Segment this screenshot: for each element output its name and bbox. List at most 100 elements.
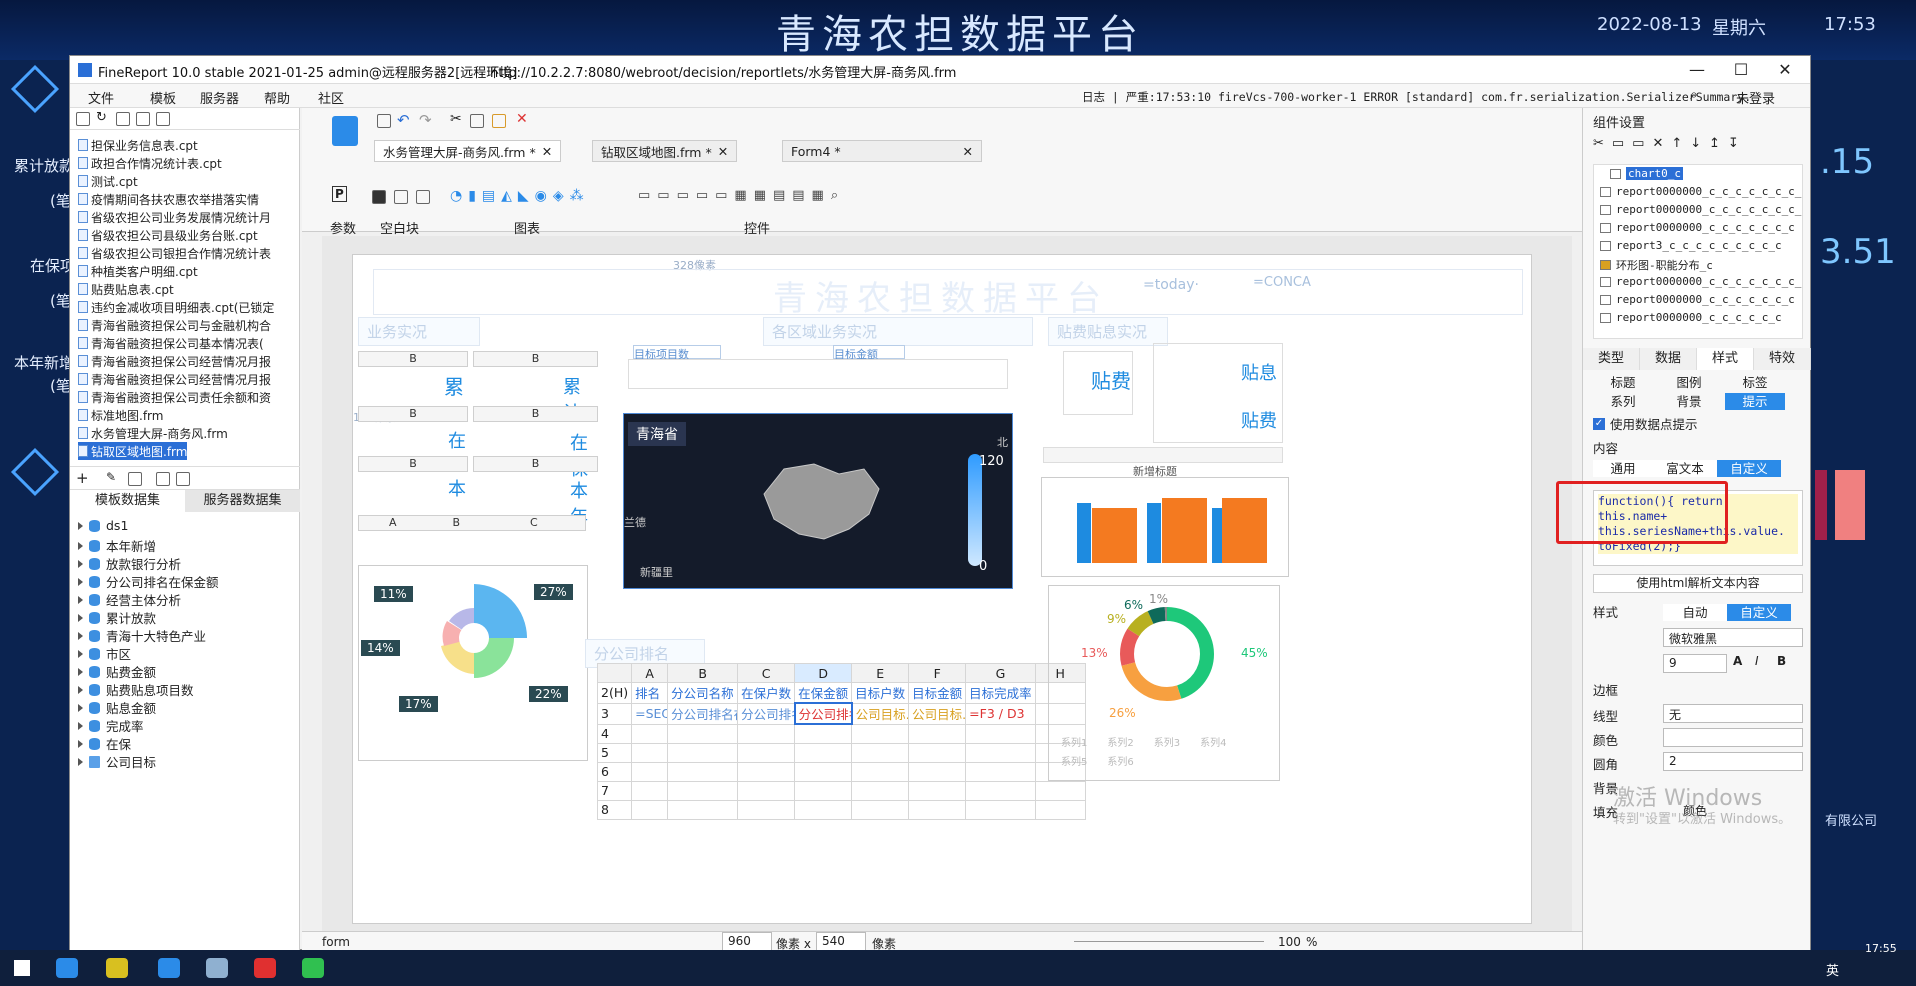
- cut-icon[interactable]: ✂: [450, 111, 462, 127]
- section-business[interactable]: 业务实况: [358, 317, 480, 346]
- file-item[interactable]: 省级农担公司县级业务台账.cpt: [78, 226, 258, 244]
- table-cell[interactable]: [794, 742, 853, 763]
- table-cell[interactable]: [1034, 799, 1086, 820]
- browser-icon[interactable]: [56, 958, 78, 978]
- undo-icon[interactable]: ↶: [397, 111, 410, 129]
- close-icon[interactable]: ✕: [542, 144, 552, 159]
- dataset-item[interactable]: 完成率: [78, 716, 144, 735]
- table-cell[interactable]: [851, 799, 910, 820]
- dataset-item[interactable]: 贴费金额: [78, 662, 156, 681]
- font-select[interactable]: 微软雅黑: [1663, 628, 1803, 647]
- tooltip-checkbox[interactable]: ✓ 使用数据点提示: [1593, 414, 1698, 433]
- height-input[interactable]: 540: [816, 932, 866, 951]
- dataset-item[interactable]: 市区: [78, 644, 131, 663]
- map-chart[interactable]: 青海省 120 0 北 兰德 新疆里: [623, 413, 1013, 589]
- component-item[interactable]: chart0_c: [1610, 167, 1683, 180]
- table-cell[interactable]: 分公司排名: [737, 702, 796, 725]
- table-cell[interactable]: [965, 742, 1036, 763]
- style-auto[interactable]: 自动: [1663, 604, 1727, 621]
- ranking-table[interactable]: A B C D E F G H 2(H) 排名 分公司名称 在保户数 在保金额 …: [596, 663, 1086, 820]
- table-cell[interactable]: [794, 780, 853, 801]
- file-item[interactable]: 贴费贴息表.cpt: [78, 280, 174, 298]
- tab-template-datasets[interactable]: 模板数据集: [70, 490, 185, 512]
- add-dataset-icon[interactable]: +: [76, 469, 89, 487]
- close-button[interactable]: ✕: [1762, 56, 1808, 84]
- tab-style[interactable]: 样式: [1697, 348, 1754, 370]
- file-item[interactable]: 水务管理大屏-商务风.frm: [78, 424, 228, 442]
- dataset-item[interactable]: ds1: [78, 518, 128, 533]
- content-tab-custom[interactable]: 自定义: [1717, 460, 1781, 477]
- table-cell[interactable]: 分公司排名在保: [667, 702, 739, 725]
- table-cell[interactable]: [794, 723, 853, 744]
- chart-icons[interactable]: ◔▮▤◭◣◉◈⁂: [450, 188, 590, 204]
- dataset-item[interactable]: 累计放款: [78, 608, 156, 627]
- file-item[interactable]: 违约金减收项目明细表.cpt(已锁定: [78, 298, 274, 316]
- dataset-item[interactable]: 分公司排名在保金额: [78, 572, 219, 591]
- table-header-cell[interactable]: 在保户数: [737, 682, 796, 704]
- paste-icon[interactable]: [492, 114, 506, 128]
- component-item[interactable]: report3_c_c_c_c_c_c_c_c_c: [1600, 239, 1782, 252]
- design-canvas[interactable]: 328像素 190像素 青海农担数据平台 =today· =CONCA 业务实况…: [352, 254, 1532, 924]
- app-icon[interactable]: [106, 958, 128, 978]
- template-icon[interactable]: [332, 116, 358, 146]
- html-parse-button[interactable]: 使用html解析文本内容: [1593, 574, 1803, 593]
- tab-file-3[interactable]: Form4 * ✕: [782, 140, 982, 162]
- file-item[interactable]: 青海省融资担保公司经营情况月报: [78, 370, 271, 388]
- parameter-icon[interactable]: P: [332, 186, 347, 202]
- table-cell[interactable]: [965, 761, 1036, 782]
- donut-chart-right[interactable]: 1% 6% 9% 13% 26% 45% 系列1 系列2 系列3 系列4 系列5…: [1048, 585, 1280, 781]
- font-size-select[interactable]: 9: [1663, 654, 1727, 673]
- table-header-cell[interactable]: 排名: [631, 682, 669, 704]
- file-item[interactable]: 青海省融资担保公司经营情况月报: [78, 352, 271, 370]
- subtab-background[interactable]: 背景: [1659, 393, 1719, 410]
- table-cell[interactable]: [737, 780, 796, 801]
- tab-file-1[interactable]: 水务管理大屏-商务风.frm * ✕: [374, 140, 562, 162]
- dataset-item[interactable]: 放款银行分析: [78, 554, 181, 573]
- component-toolbar[interactable]: ✂▭▭✕↑↓↥↧: [1593, 136, 1747, 151]
- table-cell-selected[interactable]: 分公司排名: [793, 702, 853, 725]
- table-cell[interactable]: [908, 799, 967, 820]
- app-icon[interactable]: [206, 958, 228, 978]
- subtab-series[interactable]: 系列: [1593, 393, 1653, 410]
- dataset-item[interactable]: 在保: [78, 734, 131, 753]
- block-icon[interactable]: [394, 190, 408, 204]
- subtab-legend[interactable]: 图例: [1659, 374, 1719, 391]
- table-cell[interactable]: =F3 / D3: [965, 702, 1036, 725]
- table-header-cell[interactable]: 目标户数: [851, 682, 910, 704]
- preview-icon[interactable]: [156, 472, 170, 486]
- component-item[interactable]: report0000000_c_c_c_c_c_c_c_c: [1600, 203, 1802, 216]
- table-cell[interactable]: [851, 742, 910, 763]
- zoom-value[interactable]: 100: [1278, 935, 1301, 949]
- table-cell[interactable]: [667, 723, 739, 744]
- table-cell[interactable]: [851, 723, 910, 744]
- widget-icons[interactable]: ▭▭▭▭▭▦▦▤▤▦⌕: [638, 188, 845, 203]
- table-cell[interactable]: [908, 723, 967, 744]
- table-cell[interactable]: [908, 780, 967, 801]
- line-type-select[interactable]: 无: [1663, 704, 1803, 723]
- ime-indicator[interactable]: 英: [1826, 960, 1839, 979]
- dataset-item[interactable]: 青海十大特色产业: [78, 626, 206, 645]
- dataset-item[interactable]: 贴费贴息项目数: [78, 680, 194, 699]
- taskbar-clock[interactable]: 17:55: [1865, 942, 1897, 955]
- table-cell[interactable]: [667, 761, 739, 782]
- table-cell[interactable]: [794, 761, 853, 782]
- edit-icon[interactable]: ✎: [106, 470, 116, 484]
- file-item[interactable]: 省级农担公司业务发展情况统计月: [78, 208, 271, 226]
- width-input[interactable]: 960: [722, 932, 772, 951]
- log-message[interactable]: 日志 | 严重:17:53:10 fireVcs-700-worker-1 ER…: [1082, 89, 1751, 105]
- component-item[interactable]: report0000000_c_c_c_c_c_c_c: [1600, 221, 1795, 234]
- subtab-label[interactable]: 标签: [1725, 374, 1785, 391]
- table-cell[interactable]: [631, 723, 669, 744]
- table-cell[interactable]: [908, 761, 967, 782]
- table-cell[interactable]: 公司目标.: [851, 702, 910, 725]
- minimize-button[interactable]: —: [1674, 56, 1720, 84]
- table-header-cell[interactable]: 在保金额: [794, 682, 853, 704]
- file-item[interactable]: 青海省融资担保公司基本情况表(: [78, 334, 264, 352]
- table-cell[interactable]: [737, 723, 796, 744]
- file-item[interactable]: 担保业务信息表.cpt: [78, 136, 198, 154]
- table-cell[interactable]: [667, 742, 739, 763]
- table-cell[interactable]: [737, 742, 796, 763]
- dataset-item[interactable]: 贴息金额: [78, 698, 156, 717]
- file-item[interactable]: 青海省融资担保公司责任余额和资: [78, 388, 271, 406]
- app-icon[interactable]: [254, 958, 276, 978]
